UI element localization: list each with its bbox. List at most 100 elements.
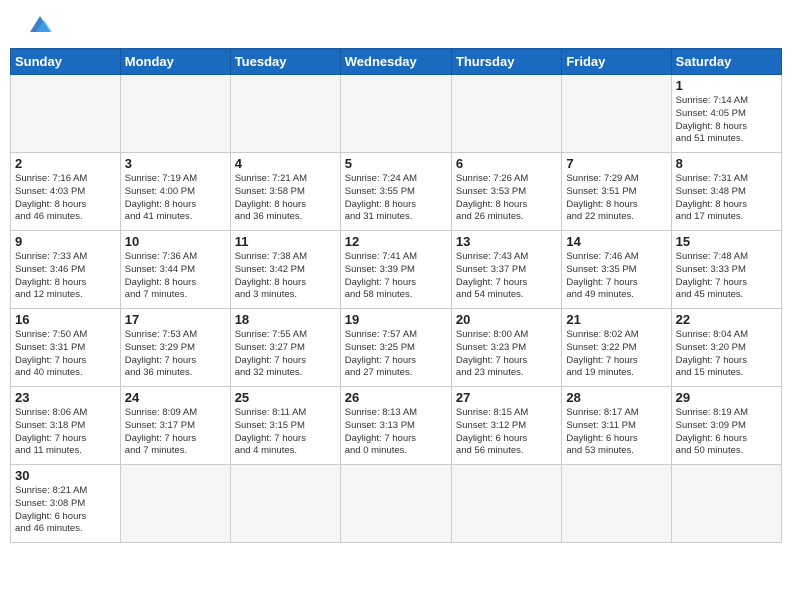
day-info: Sunrise: 8:04 AM Sunset: 3:20 PM Dayligh… bbox=[676, 329, 777, 380]
day-number: 9 bbox=[15, 234, 116, 249]
day-info: Sunrise: 7:46 AM Sunset: 3:35 PM Dayligh… bbox=[566, 251, 666, 302]
calendar-cell: 15Sunrise: 7:48 AM Sunset: 3:33 PM Dayli… bbox=[671, 231, 781, 309]
day-info: Sunrise: 8:17 AM Sunset: 3:11 PM Dayligh… bbox=[566, 407, 666, 458]
calendar-cell bbox=[11, 75, 121, 153]
day-info: Sunrise: 7:31 AM Sunset: 3:48 PM Dayligh… bbox=[676, 173, 777, 224]
day-info: Sunrise: 7:24 AM Sunset: 3:55 PM Dayligh… bbox=[345, 173, 447, 224]
calendar-header-row: SundayMondayTuesdayWednesdayThursdayFrid… bbox=[11, 49, 782, 75]
calendar-cell bbox=[340, 465, 451, 543]
day-number: 28 bbox=[566, 390, 666, 405]
day-info: Sunrise: 8:02 AM Sunset: 3:22 PM Dayligh… bbox=[566, 329, 666, 380]
day-info: Sunrise: 7:14 AM Sunset: 4:05 PM Dayligh… bbox=[676, 95, 777, 146]
weekday-header-tuesday: Tuesday bbox=[230, 49, 340, 75]
weekday-header-wednesday: Wednesday bbox=[340, 49, 451, 75]
day-number: 17 bbox=[125, 312, 226, 327]
day-info: Sunrise: 7:55 AM Sunset: 3:27 PM Dayligh… bbox=[235, 329, 336, 380]
calendar-cell: 18Sunrise: 7:55 AM Sunset: 3:27 PM Dayli… bbox=[230, 309, 340, 387]
calendar-cell: 30 Sunrise: 8:21 AM Sunset: 3:08 PM Dayli… bbox=[11, 465, 121, 543]
calendar-cell: 17 Sunrise: 7:53 AM Sunset: 3:29 PM Dayli… bbox=[120, 309, 230, 387]
day-info: Sunrise: 7:43 AM Sunset: 3:37 PM Dayligh… bbox=[456, 251, 557, 302]
day-number: 23 bbox=[15, 390, 116, 405]
day-info: Sunrise: 8:00 AM Sunset: 3:23 PM Dayligh… bbox=[456, 329, 557, 380]
calendar-cell bbox=[671, 465, 781, 543]
day-number: 5 bbox=[345, 156, 447, 171]
day-number: 29 bbox=[676, 390, 777, 405]
calendar-cell: 10 Sunrise: 7:36 AM Sunset: 3:44 PM Dayli… bbox=[120, 231, 230, 309]
calendar-cell: 28 Sunrise: 8:17 AM Sunset: 3:11 PM Dayli… bbox=[562, 387, 671, 465]
day-info: Sunrise: 7:19 AM Sunset: 4:00 PM Dayligh… bbox=[125, 173, 226, 224]
weekday-header-friday: Friday bbox=[562, 49, 671, 75]
calendar-cell: 26 Sunrise: 8:13 AM Sunset: 3:13 PM Dayli… bbox=[340, 387, 451, 465]
logo-icon bbox=[22, 14, 58, 36]
day-info: Sunrise: 7:41 AM Sunset: 3:39 PM Dayligh… bbox=[345, 251, 447, 302]
calendar-cell bbox=[120, 75, 230, 153]
calendar-cell: 24 Sunrise: 8:09 AM Sunset: 3:17 PM Dayli… bbox=[120, 387, 230, 465]
day-info: Sunrise: 7:21 AM Sunset: 3:58 PM Dayligh… bbox=[235, 173, 336, 224]
day-info: Sunrise: 8:15 AM Sunset: 3:12 PM Dayligh… bbox=[456, 407, 557, 458]
day-number: 13 bbox=[456, 234, 557, 249]
calendar-cell bbox=[120, 465, 230, 543]
calendar-cell: 13 Sunrise: 7:43 AM Sunset: 3:37 PM Dayli… bbox=[451, 231, 561, 309]
day-number: 22 bbox=[676, 312, 777, 327]
calendar-cell: 22 Sunrise: 8:04 AM Sunset: 3:20 PM Dayli… bbox=[671, 309, 781, 387]
weekday-header-thursday: Thursday bbox=[451, 49, 561, 75]
day-info: Sunrise: 8:21 AM Sunset: 3:08 PM Dayligh… bbox=[15, 485, 116, 536]
day-info: Sunrise: 7:33 AM Sunset: 3:46 PM Dayligh… bbox=[15, 251, 116, 302]
day-number: 8 bbox=[676, 156, 777, 171]
calendar-cell: 3 Sunrise: 7:19 AM Sunset: 4:00 PM Daylig… bbox=[120, 153, 230, 231]
calendar-cell bbox=[451, 465, 561, 543]
logo bbox=[18, 14, 58, 36]
page-header bbox=[10, 10, 782, 40]
week-row-4: 16 Sunrise: 7:50 AM Sunset: 3:31 PM Dayli… bbox=[11, 309, 782, 387]
calendar-cell: 16 Sunrise: 7:50 AM Sunset: 3:31 PM Dayli… bbox=[11, 309, 121, 387]
week-row-6: 30 Sunrise: 8:21 AM Sunset: 3:08 PM Dayli… bbox=[11, 465, 782, 543]
calendar-cell: 1 Sunrise: 7:14 AM Sunset: 4:05 PM Daylig… bbox=[671, 75, 781, 153]
week-row-1: 1 Sunrise: 7:14 AM Sunset: 4:05 PM Daylig… bbox=[11, 75, 782, 153]
week-row-2: 2Sunrise: 7:16 AM Sunset: 4:03 PM Daylig… bbox=[11, 153, 782, 231]
day-number: 4 bbox=[235, 156, 336, 171]
day-number: 12 bbox=[345, 234, 447, 249]
calendar-cell: 21Sunrise: 8:02 AM Sunset: 3:22 PM Dayli… bbox=[562, 309, 671, 387]
calendar-table: SundayMondayTuesdayWednesdayThursdayFrid… bbox=[10, 48, 782, 543]
calendar-cell bbox=[451, 75, 561, 153]
calendar-cell: 2Sunrise: 7:16 AM Sunset: 4:03 PM Daylig… bbox=[11, 153, 121, 231]
day-number: 16 bbox=[15, 312, 116, 327]
calendar-cell bbox=[562, 75, 671, 153]
day-number: 10 bbox=[125, 234, 226, 249]
calendar-cell: 19Sunrise: 7:57 AM Sunset: 3:25 PM Dayli… bbox=[340, 309, 451, 387]
calendar-cell: 27 Sunrise: 8:15 AM Sunset: 3:12 PM Dayli… bbox=[451, 387, 561, 465]
day-number: 26 bbox=[345, 390, 447, 405]
calendar-cell: 29Sunrise: 8:19 AM Sunset: 3:09 PM Dayli… bbox=[671, 387, 781, 465]
day-number: 24 bbox=[125, 390, 226, 405]
day-number: 20 bbox=[456, 312, 557, 327]
weekday-header-sunday: Sunday bbox=[11, 49, 121, 75]
day-info: Sunrise: 8:11 AM Sunset: 3:15 PM Dayligh… bbox=[235, 407, 336, 458]
day-info: Sunrise: 7:38 AM Sunset: 3:42 PM Dayligh… bbox=[235, 251, 336, 302]
day-info: Sunrise: 8:09 AM Sunset: 3:17 PM Dayligh… bbox=[125, 407, 226, 458]
day-number: 11 bbox=[235, 234, 336, 249]
calendar-cell: 7Sunrise: 7:29 AM Sunset: 3:51 PM Daylig… bbox=[562, 153, 671, 231]
week-row-3: 9 Sunrise: 7:33 AM Sunset: 3:46 PM Daylig… bbox=[11, 231, 782, 309]
calendar-cell bbox=[340, 75, 451, 153]
week-row-5: 23 Sunrise: 8:06 AM Sunset: 3:18 PM Dayli… bbox=[11, 387, 782, 465]
day-number: 2 bbox=[15, 156, 116, 171]
day-number: 3 bbox=[125, 156, 226, 171]
calendar-cell: 11 Sunrise: 7:38 AM Sunset: 3:42 PM Dayli… bbox=[230, 231, 340, 309]
weekday-header-monday: Monday bbox=[120, 49, 230, 75]
calendar-cell: 6Sunrise: 7:26 AM Sunset: 3:53 PM Daylig… bbox=[451, 153, 561, 231]
calendar-cell bbox=[230, 465, 340, 543]
day-info: Sunrise: 7:36 AM Sunset: 3:44 PM Dayligh… bbox=[125, 251, 226, 302]
day-info: Sunrise: 8:06 AM Sunset: 3:18 PM Dayligh… bbox=[15, 407, 116, 458]
day-info: Sunrise: 7:29 AM Sunset: 3:51 PM Dayligh… bbox=[566, 173, 666, 224]
day-number: 27 bbox=[456, 390, 557, 405]
day-number: 15 bbox=[676, 234, 777, 249]
day-number: 19 bbox=[345, 312, 447, 327]
calendar-cell: 4 Sunrise: 7:21 AM Sunset: 3:58 PM Daylig… bbox=[230, 153, 340, 231]
day-info: Sunrise: 7:53 AM Sunset: 3:29 PM Dayligh… bbox=[125, 329, 226, 380]
day-number: 1 bbox=[676, 78, 777, 93]
day-info: Sunrise: 7:50 AM Sunset: 3:31 PM Dayligh… bbox=[15, 329, 116, 380]
day-info: Sunrise: 8:13 AM Sunset: 3:13 PM Dayligh… bbox=[345, 407, 447, 458]
day-number: 25 bbox=[235, 390, 336, 405]
day-number: 6 bbox=[456, 156, 557, 171]
day-number: 30 bbox=[15, 468, 116, 483]
